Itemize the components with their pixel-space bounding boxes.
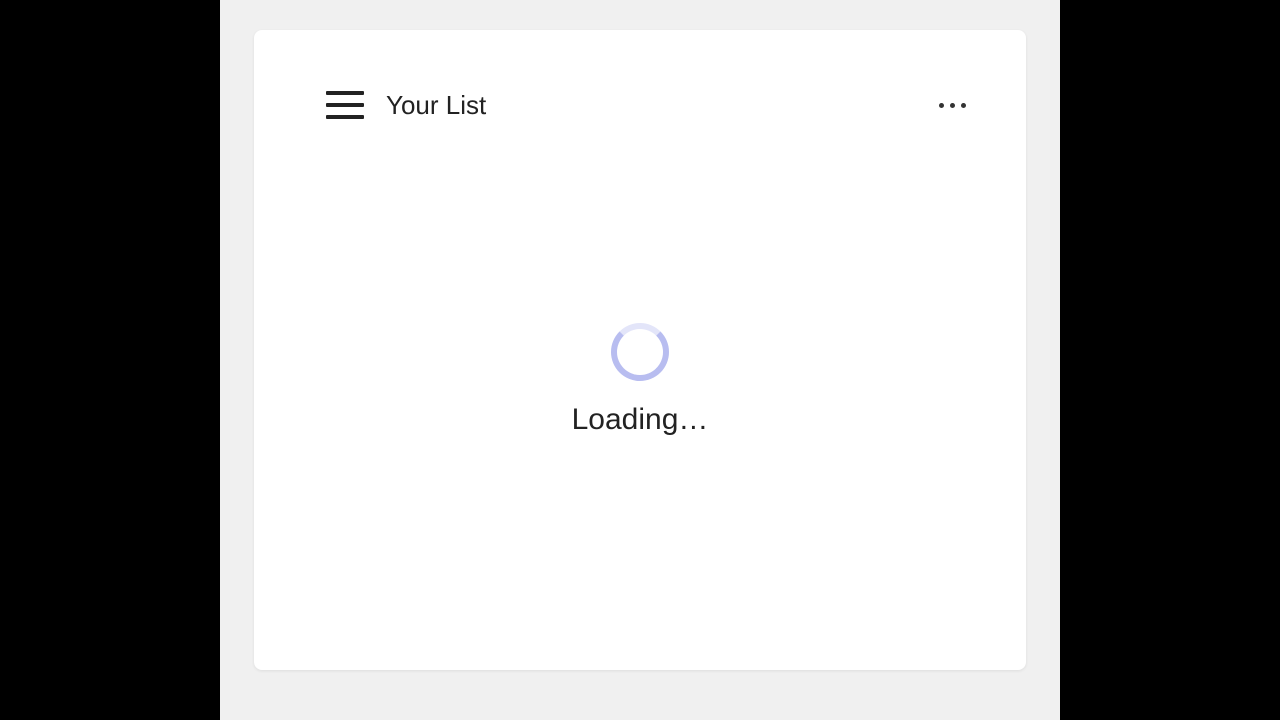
- card-body: Loading…: [254, 150, 1026, 670]
- app-background: Your List Loading…: [220, 0, 1060, 720]
- hamburger-menu-icon[interactable]: [326, 91, 364, 119]
- loading-spinner-icon: [611, 323, 669, 381]
- loading-text: Loading…: [572, 403, 709, 437]
- more-options-icon[interactable]: [929, 93, 976, 118]
- header-left: Your List: [326, 90, 486, 121]
- list-card: Your List Loading…: [254, 30, 1026, 670]
- page-title: Your List: [386, 90, 486, 121]
- card-header: Your List: [254, 30, 1026, 150]
